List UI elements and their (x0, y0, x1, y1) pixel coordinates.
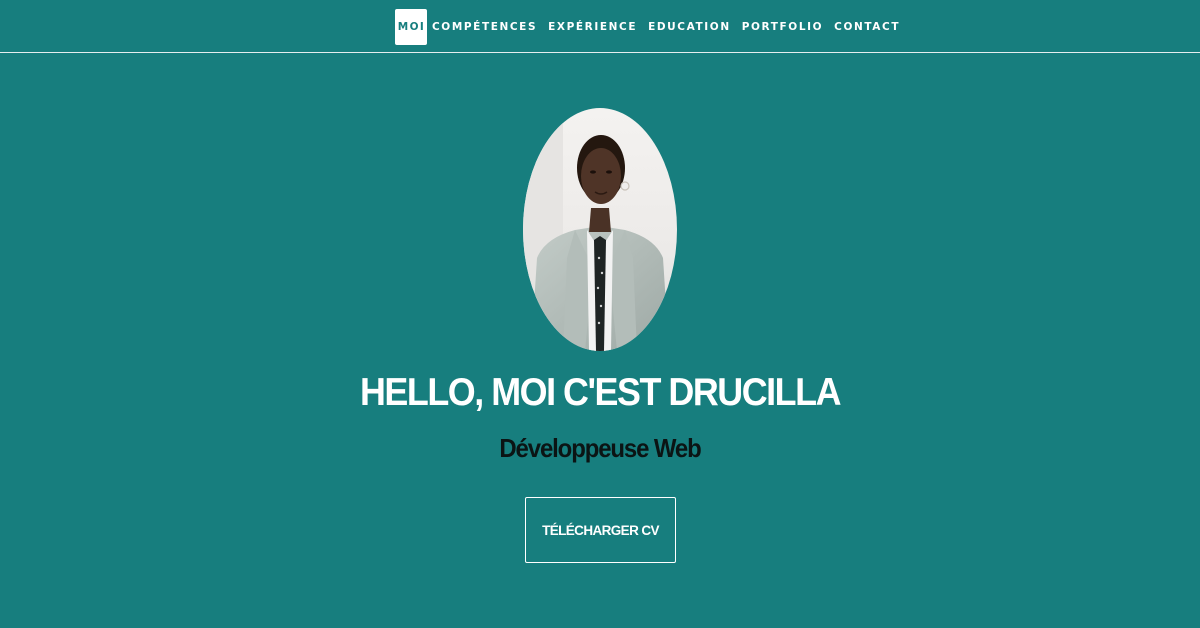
nav-item-moi[interactable]: MOI (395, 9, 427, 45)
nav-menu: MOI COMPÉTENCES EXPÉRIENCE EDUCATION POR… (395, 9, 911, 45)
nav-item-competences[interactable]: COMPÉTENCES (432, 21, 537, 33)
nav-item-experience[interactable]: EXPÉRIENCE (548, 21, 637, 33)
nav-item-education[interactable]: EDUCATION (648, 21, 731, 33)
profile-photo-illustration (523, 108, 677, 351)
nav-item-contact[interactable]: CONTACT (834, 21, 900, 33)
hero-subtitle: Développeuse Web (499, 433, 701, 463)
profile-photo (523, 108, 677, 351)
hero-title: HELLO, MOI C'EST DRUCILLA (359, 371, 841, 414)
navbar: MOI COMPÉTENCES EXPÉRIENCE EDUCATION POR… (0, 0, 1200, 53)
nav-item-portfolio[interactable]: PORTFOLIO (742, 21, 823, 33)
download-cv-button[interactable]: TÉLÉCHARGER CV (525, 497, 676, 563)
